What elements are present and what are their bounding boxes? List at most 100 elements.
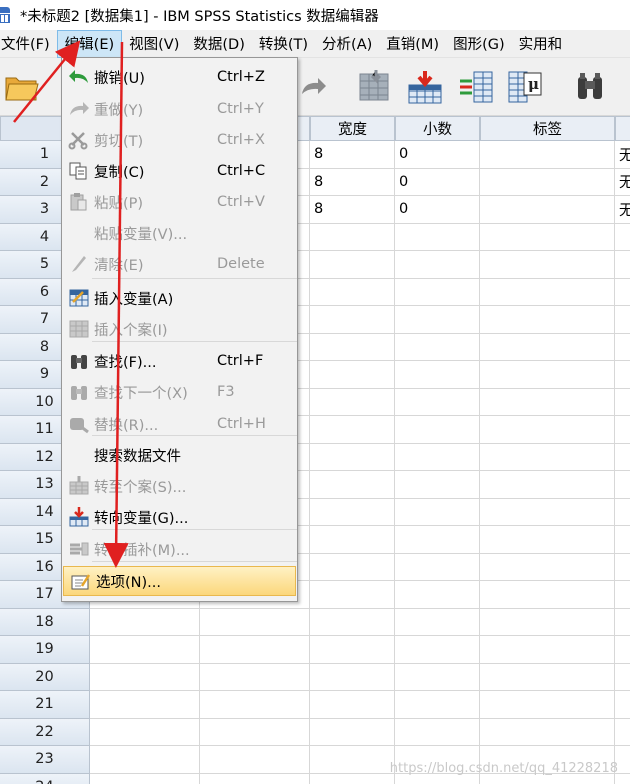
grid-cell[interactable] — [615, 664, 630, 691]
grid-cell[interactable] — [395, 663, 480, 691]
edit-menu-item[interactable]: 查找(F)... Ctrl+F — [62, 346, 297, 376]
grid-cell[interactable] — [310, 553, 395, 581]
grid-cell[interactable]: 无 — [615, 141, 630, 169]
grid-cell[interactable] — [310, 471, 395, 499]
find-toolbar-icon[interactable] — [570, 68, 610, 106]
grid-cell[interactable] — [395, 526, 480, 554]
grid-cell[interactable] — [480, 306, 615, 334]
grid-cell[interactable] — [90, 663, 200, 691]
grid-cell[interactable] — [480, 608, 615, 636]
grid-cell[interactable] — [310, 251, 395, 279]
grid-cell[interactable] — [615, 361, 630, 389]
grid-cell[interactable] — [395, 388, 480, 416]
grid-cell[interactable] — [480, 196, 615, 224]
grid-cell[interactable] — [480, 388, 615, 416]
grid-cell[interactable] — [480, 691, 615, 719]
grid-cell[interactable]: 0 — [395, 141, 480, 169]
grid-cell[interactable] — [480, 443, 615, 471]
grid-cell[interactable] — [200, 663, 310, 691]
row-header[interactable]: 24 — [0, 773, 90, 784]
grid-cell[interactable] — [310, 746, 395, 774]
grid-cell[interactable] — [310, 608, 395, 636]
grid-cell[interactable] — [200, 718, 310, 746]
grid-cell[interactable] — [395, 718, 480, 746]
edit-menu-item[interactable]: 重做(Y) Ctrl+Y — [62, 94, 297, 124]
grid-cell[interactable] — [480, 416, 615, 444]
menu-direct-marketing[interactable]: 直销(M) — [379, 30, 446, 58]
insert-variable-toolbar-icon[interactable] — [457, 68, 497, 106]
grid-cell[interactable] — [395, 333, 480, 361]
grid-cell[interactable]: 8 — [310, 141, 395, 169]
grid-cell[interactable] — [310, 416, 395, 444]
grid-cell[interactable] — [615, 609, 630, 636]
grid-cell[interactable] — [395, 278, 480, 306]
grid-cell[interactable] — [90, 636, 200, 664]
grid-cell[interactable] — [310, 498, 395, 526]
grid-cell[interactable] — [310, 223, 395, 251]
grid-cell[interactable] — [395, 251, 480, 279]
grid-cell[interactable] — [615, 389, 630, 416]
edit-menu-item[interactable]: 搜索数据文件 — [62, 440, 297, 470]
grid-cell[interactable] — [200, 608, 310, 636]
menu-view[interactable]: 视图(V) — [122, 30, 186, 58]
grid-cell[interactable] — [615, 471, 630, 499]
grid-cell[interactable] — [395, 691, 480, 719]
grid-cell[interactable] — [615, 224, 630, 251]
grid-cell[interactable] — [615, 636, 630, 664]
grid-cell[interactable] — [395, 471, 480, 499]
column-header-label[interactable]: 标签 — [480, 116, 615, 141]
open-folder-icon[interactable] — [2, 68, 42, 106]
grid-cell[interactable] — [90, 718, 200, 746]
grid-cell[interactable] — [480, 663, 615, 691]
grid-cell[interactable] — [480, 361, 615, 389]
grid-cell[interactable] — [480, 526, 615, 554]
grid-cell[interactable] — [310, 278, 395, 306]
edit-menu-item[interactable]: 撤销(U) Ctrl+Z — [62, 62, 297, 92]
menu-utilities[interactable]: 实用和 — [512, 30, 570, 58]
grid-cell[interactable]: 0 — [395, 168, 480, 196]
grid-cell[interactable]: 无 — [615, 196, 630, 224]
edit-menu-item[interactable]: 转至个案(S)... — [62, 471, 297, 501]
grid-cell[interactable] — [615, 526, 630, 554]
row-header[interactable]: 21 — [0, 691, 90, 719]
grid-cell[interactable] — [200, 636, 310, 664]
grid-cell[interactable] — [480, 223, 615, 251]
grid-cell[interactable]: 无 — [615, 169, 630, 196]
grid-cell[interactable] — [480, 333, 615, 361]
grid-cell[interactable] — [310, 526, 395, 554]
grid-cell[interactable] — [615, 691, 630, 719]
grid-cell[interactable] — [615, 251, 630, 279]
row-header[interactable]: 18 — [0, 608, 90, 636]
edit-menu-item[interactable]: 转向变量(G)... — [62, 502, 297, 532]
grid-cell[interactable] — [480, 718, 615, 746]
grid-cell[interactable] — [480, 278, 615, 306]
edit-menu-item[interactable]: 转至插补(M)... — [62, 534, 297, 564]
edit-menu-item[interactable]: 插入个案(I) — [62, 314, 297, 344]
menu-edit[interactable]: 编辑(E) — [56, 29, 123, 58]
grid-cell[interactable] — [480, 251, 615, 279]
row-header[interactable]: 20 — [0, 663, 90, 691]
edit-menu-item[interactable]: 清除(E) Delete — [62, 249, 297, 279]
grid-cell[interactable] — [200, 773, 310, 784]
grid-cell[interactable] — [615, 306, 630, 334]
edit-menu-item[interactable]: 选项(N)... — [63, 566, 296, 596]
grid-cell[interactable] — [615, 581, 630, 609]
edit-menu-item[interactable]: 查找下一个(X) F3 — [62, 377, 297, 407]
grid-cell[interactable] — [395, 416, 480, 444]
insert-case-toolbar-icon[interactable] — [405, 68, 445, 106]
grid-cell[interactable] — [310, 388, 395, 416]
grid-cell[interactable] — [480, 471, 615, 499]
column-header-decimals[interactable]: 小数 — [395, 116, 480, 141]
grid-cell[interactable] — [395, 306, 480, 334]
menu-transform[interactable]: 转换(T) — [252, 30, 315, 58]
grid-cell[interactable] — [200, 691, 310, 719]
menu-data[interactable]: 数据(D) — [186, 30, 251, 58]
menu-file[interactable]: 文件(F) — [0, 30, 57, 58]
column-header-width[interactable]: 宽度 — [310, 116, 395, 141]
grid-cell[interactable] — [310, 333, 395, 361]
edit-menu-item[interactable]: 复制(C) Ctrl+C — [62, 156, 297, 186]
grid-cell[interactable] — [310, 663, 395, 691]
edit-menu-item[interactable]: 插入变量(A) — [62, 283, 297, 313]
row-header[interactable]: 19 — [0, 636, 90, 664]
column-header-values[interactable] — [615, 116, 630, 141]
